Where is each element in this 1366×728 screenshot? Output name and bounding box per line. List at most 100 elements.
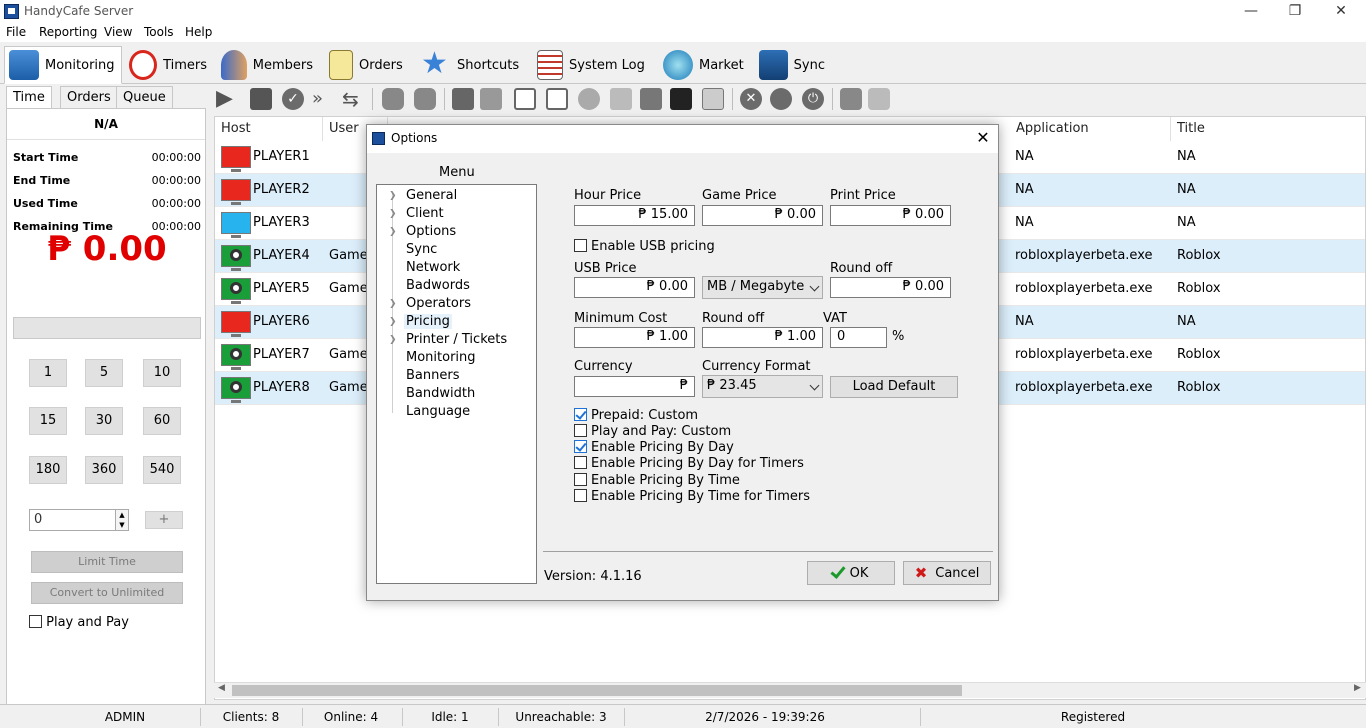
- minimize-icon[interactable]: —: [1228, 0, 1274, 24]
- stop-icon[interactable]: [250, 88, 272, 110]
- load-default-button[interactable]: Load Default: [830, 376, 958, 398]
- minimum-cost-input[interactable]: ₱ 1.00: [574, 327, 695, 348]
- tab-market[interactable]: Market: [658, 46, 752, 84]
- lock-icon[interactable]: [868, 88, 890, 110]
- tree-item-banners[interactable]: Banners: [406, 368, 459, 383]
- tree-item-printer-tickets[interactable]: Printer / Tickets: [406, 332, 507, 347]
- limit-time-button[interactable]: Limit Time: [31, 551, 183, 573]
- column-application[interactable]: Application: [1010, 117, 1171, 141]
- pricing-by-time-checkbox[interactable]: Enable Pricing By Time: [574, 473, 740, 488]
- panel-icon[interactable]: [546, 88, 568, 110]
- usb-unit-select[interactable]: MB / Megabyte: [702, 276, 823, 299]
- tab-timers[interactable]: Timers: [124, 46, 214, 84]
- menu-reporting[interactable]: Reporting: [39, 25, 97, 39]
- scroll-left-icon[interactable]: ◀: [218, 683, 225, 693]
- close-icon[interactable]: ✕: [971, 127, 995, 151]
- minutes-540-button[interactable]: 540: [143, 456, 181, 484]
- tab-shortcuts[interactable]: ★ Shortcuts: [416, 46, 528, 84]
- record-icon[interactable]: [770, 88, 792, 110]
- expand-icon[interactable]: ❯: [389, 209, 397, 219]
- terminal-icon[interactable]: [670, 88, 692, 110]
- minutes-30-button[interactable]: 30: [85, 407, 123, 435]
- tree-item-monitoring[interactable]: Monitoring: [406, 350, 476, 365]
- restart-client-icon[interactable]: [382, 88, 404, 110]
- window-icon[interactable]: [514, 88, 536, 110]
- play-and-pay-custom-checkbox[interactable]: Play and Pay: Custom: [574, 424, 731, 439]
- minutes-5-button[interactable]: 5: [85, 359, 123, 387]
- minutes-180-button[interactable]: 180: [29, 456, 67, 484]
- image-icon[interactable]: [610, 88, 632, 110]
- expand-icon[interactable]: ❯: [389, 317, 397, 327]
- subtab-orders[interactable]: Orders: [60, 86, 118, 108]
- tree-item-network[interactable]: Network: [406, 260, 460, 275]
- usb-price-input[interactable]: ₱ 0.00: [574, 277, 695, 298]
- scrollbar-thumb[interactable]: [232, 685, 962, 696]
- usb-round-off-input[interactable]: ₱ 0.00: [830, 277, 951, 298]
- close-icon[interactable]: ✕: [1318, 0, 1364, 24]
- minutes-60-button[interactable]: 60: [143, 407, 181, 435]
- tree-item-badwords[interactable]: Badwords: [406, 278, 470, 293]
- subtab-queue[interactable]: Queue: [116, 86, 173, 108]
- play-and-pay-checkbox[interactable]: Play and Pay: [29, 615, 129, 630]
- tab-system-log[interactable]: System Log: [532, 46, 656, 84]
- pricing-by-time-timers-checkbox[interactable]: Enable Pricing By Time for Timers: [574, 489, 810, 504]
- spin-arrows-icon[interactable]: ▲ ▼: [115, 509, 129, 531]
- menu-file[interactable]: File: [6, 25, 26, 39]
- cancel-button[interactable]: ✖ Cancel: [903, 561, 991, 585]
- convert-unlimited-button[interactable]: Convert to Unlimited: [31, 582, 183, 604]
- enable-usb-pricing-checkbox[interactable]: Enable USB pricing: [574, 239, 715, 254]
- globe-icon[interactable]: [578, 88, 600, 110]
- check-icon[interactable]: ✓: [282, 88, 304, 110]
- joystick-icon[interactable]: [640, 88, 662, 110]
- fast-forward-icon[interactable]: »: [312, 88, 334, 110]
- round-off-input[interactable]: ₱ 1.00: [702, 327, 823, 348]
- column-host[interactable]: Host: [215, 117, 323, 141]
- play-icon[interactable]: ▶: [216, 88, 238, 110]
- cancel-icon[interactable]: ✕: [740, 88, 762, 110]
- minutes-360-button[interactable]: 360: [85, 456, 123, 484]
- hour-price-input[interactable]: ₱ 15.00: [574, 205, 695, 226]
- power-icon[interactable]: ⏻: [802, 88, 824, 110]
- column-title[interactable]: Title: [1171, 117, 1365, 141]
- prepaid-custom-checkbox[interactable]: Prepaid: Custom: [574, 408, 698, 423]
- restore-icon[interactable]: ❐: [1272, 0, 1318, 24]
- scroll-right-icon[interactable]: ▶: [1354, 683, 1361, 693]
- currency-format-select[interactable]: ₱ 23.45: [702, 375, 823, 398]
- pricing-by-day-timers-checkbox[interactable]: Enable Pricing By Day for Timers: [574, 456, 804, 471]
- tab-members[interactable]: Members: [216, 46, 320, 84]
- minutes-spin-input[interactable]: 0: [29, 509, 117, 531]
- tree-item-general[interactable]: General: [406, 188, 457, 203]
- expand-icon[interactable]: ❯: [389, 191, 397, 201]
- tree-item-bandwidth[interactable]: Bandwidth: [406, 386, 475, 401]
- currency-input[interactable]: ₱: [574, 376, 695, 397]
- tab-orders[interactable]: Orders: [324, 46, 414, 84]
- menu-tools[interactable]: Tools: [144, 25, 174, 39]
- tree-item-language[interactable]: Language: [406, 404, 470, 419]
- tree-item-sync[interactable]: Sync: [406, 242, 437, 257]
- tree-item-client[interactable]: Client: [406, 206, 444, 221]
- settings-icon[interactable]: [702, 88, 724, 110]
- menu-help[interactable]: Help: [185, 25, 212, 39]
- minutes-15-button[interactable]: 15: [29, 407, 67, 435]
- pricing-by-day-checkbox[interactable]: Enable Pricing By Day: [574, 440, 734, 455]
- transfer-icon[interactable]: ⇆: [342, 88, 364, 110]
- vat-input[interactable]: 0: [830, 327, 887, 348]
- game-price-input[interactable]: ₱ 0.00: [702, 205, 823, 226]
- print-price-input[interactable]: ₱ 0.00: [830, 205, 951, 226]
- refresh-client-icon[interactable]: [414, 88, 436, 110]
- send-file-icon[interactable]: [480, 88, 502, 110]
- ok-button[interactable]: OK: [807, 561, 895, 585]
- minutes-10-button[interactable]: 10: [143, 359, 181, 387]
- expand-icon[interactable]: ❯: [389, 335, 397, 345]
- add-minutes-button[interactable]: +: [145, 511, 183, 529]
- tab-sync[interactable]: Sync: [754, 46, 832, 84]
- minutes-1-button[interactable]: 1: [29, 359, 67, 387]
- tree-item-operators[interactable]: Operators: [406, 296, 471, 311]
- subtab-time[interactable]: Time: [6, 86, 52, 108]
- tab-monitoring[interactable]: Monitoring: [4, 46, 122, 84]
- menu-view[interactable]: View: [104, 25, 132, 39]
- tree-item-options[interactable]: Options: [406, 224, 456, 239]
- expand-icon[interactable]: ❯: [389, 227, 397, 237]
- tree-item-pricing[interactable]: Pricing: [404, 314, 452, 329]
- database-icon[interactable]: [840, 88, 862, 110]
